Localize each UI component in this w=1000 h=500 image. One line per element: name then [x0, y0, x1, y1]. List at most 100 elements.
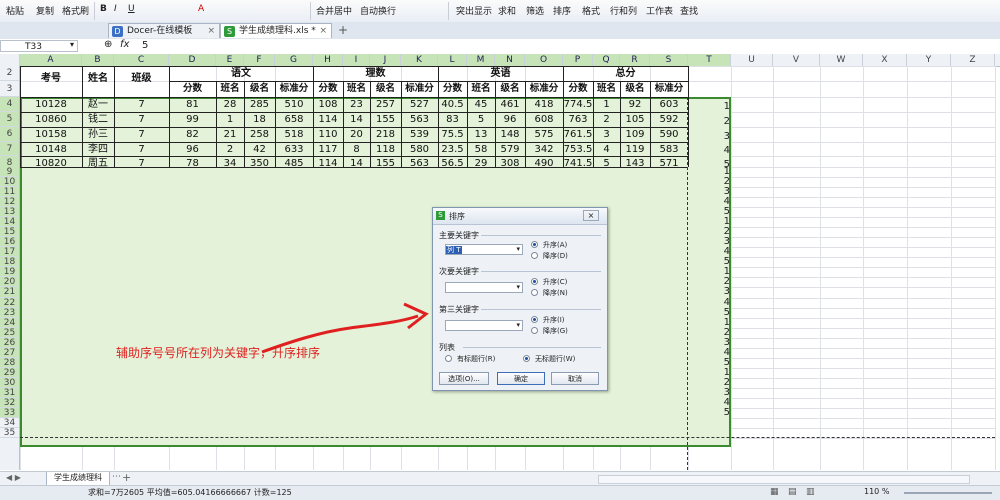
- table-cell[interactable]: 82: [169, 128, 216, 142]
- dialog-titlebar[interactable]: S 排序 ×: [433, 208, 607, 225]
- table-cell[interactable]: 7: [114, 113, 169, 127]
- table-cell[interactable]: 钱二: [82, 113, 114, 127]
- table-cell[interactable]: 763: [563, 113, 593, 127]
- table-cell[interactable]: 633: [275, 143, 313, 156]
- sheet-tab[interactable]: 学生成绩理科: [46, 472, 110, 486]
- table-cell[interactable]: 608: [525, 113, 563, 127]
- table-cell[interactable]: 7: [114, 143, 169, 156]
- table-cell[interactable]: 42: [244, 143, 275, 156]
- table-cell[interactable]: 258: [244, 128, 275, 142]
- table-cell[interactable]: 29: [467, 157, 495, 170]
- table-cell[interactable]: 257: [370, 98, 401, 112]
- table-cell[interactable]: 20: [343, 128, 370, 142]
- table-cell[interactable]: 575: [525, 128, 563, 142]
- table-cell[interactable]: 45: [467, 98, 495, 112]
- table-cell[interactable]: 105: [620, 113, 650, 127]
- table-cell[interactable]: 7: [114, 157, 169, 170]
- table-cell[interactable]: 8: [343, 143, 370, 156]
- table-cell[interactable]: 40.5: [438, 98, 467, 112]
- table-cell[interactable]: 78: [169, 157, 216, 170]
- table-cell[interactable]: 583: [650, 143, 688, 156]
- table-cell[interactable]: 418: [525, 98, 563, 112]
- table-cell[interactable]: 592: [650, 113, 688, 127]
- table-cell[interactable]: 774.5: [563, 98, 593, 112]
- table-cell[interactable]: 92: [620, 98, 650, 112]
- more-icon[interactable]: ⋯: [112, 472, 121, 482]
- secondary-desc-radio[interactable]: [531, 289, 538, 296]
- table-cell[interactable]: 5: [593, 157, 620, 170]
- aux-cell[interactable]: 5: [710, 407, 730, 418]
- secondary-key-select[interactable]: ▾: [445, 282, 523, 293]
- table-cell[interactable]: 5: [467, 113, 495, 127]
- table-cell[interactable]: 21: [216, 128, 244, 142]
- table-cell[interactable]: 518: [275, 128, 313, 142]
- table-cell[interactable]: 10158: [20, 128, 82, 142]
- table-cell[interactable]: 10128: [20, 98, 82, 112]
- table-cell[interactable]: 218: [370, 128, 401, 142]
- table-cell[interactable]: 56.5: [438, 157, 467, 170]
- table-cell[interactable]: 23: [343, 98, 370, 112]
- table-cell[interactable]: 2: [216, 143, 244, 156]
- table-cell[interactable]: 119: [620, 143, 650, 156]
- normal-view-icon[interactable]: ▦: [770, 487, 779, 497]
- table-cell[interactable]: 108: [313, 98, 343, 112]
- table-cell[interactable]: 1: [216, 113, 244, 127]
- table-cell[interactable]: 155: [370, 157, 401, 170]
- tertiary-asc-radio[interactable]: [531, 316, 538, 323]
- table-cell[interactable]: 赵一: [82, 98, 114, 112]
- aux-cell[interactable]: 3: [710, 129, 730, 144]
- table-cell[interactable]: 99: [169, 113, 216, 127]
- table-cell[interactable]: 143: [620, 157, 650, 170]
- table-cell[interactable]: 李四: [82, 143, 114, 156]
- add-sheet-icon[interactable]: +: [122, 471, 131, 484]
- options-button[interactable]: 选项(O)...: [439, 372, 489, 385]
- zoom-slider[interactable]: [904, 492, 992, 494]
- table-cell[interactable]: 96: [495, 113, 525, 127]
- table-cell[interactable]: 580: [401, 143, 438, 156]
- aux-cell[interactable]: 2: [710, 114, 730, 129]
- table-cell[interactable]: 58: [467, 143, 495, 156]
- page-break-icon[interactable]: ▥: [806, 487, 815, 497]
- table-cell[interactable]: 28: [216, 98, 244, 112]
- table-cell[interactable]: 117: [313, 143, 343, 156]
- table-cell[interactable]: 342: [525, 143, 563, 156]
- table-cell[interactable]: 308: [495, 157, 525, 170]
- table-cell[interactable]: 510: [275, 98, 313, 112]
- has-header-radio[interactable]: [445, 355, 452, 362]
- table-cell[interactable]: 4: [593, 143, 620, 156]
- table-cell[interactable]: 34: [216, 157, 244, 170]
- table-cell[interactable]: 7: [114, 128, 169, 142]
- table-cell[interactable]: 3: [593, 128, 620, 142]
- aux-cell[interactable]: 4: [710, 144, 730, 158]
- table-cell[interactable]: 10860: [20, 113, 82, 127]
- table-cell[interactable]: 761.5: [563, 128, 593, 142]
- table-cell[interactable]: 461: [495, 98, 525, 112]
- table-cell[interactable]: 114: [313, 113, 343, 127]
- table-cell[interactable]: 周五: [82, 157, 114, 170]
- table-cell[interactable]: 83: [438, 113, 467, 127]
- table-cell[interactable]: 527: [401, 98, 438, 112]
- tertiary-key-select[interactable]: ▾: [445, 320, 523, 331]
- table-cell[interactable]: 753.5: [563, 143, 593, 156]
- ok-button[interactable]: 确定: [497, 372, 545, 385]
- table-cell[interactable]: 571: [650, 157, 688, 170]
- aux-cell[interactable]: 1: [710, 99, 730, 114]
- nav-arrows-icon[interactable]: ◀ ▶: [6, 473, 21, 482]
- primary-asc-radio[interactable]: [531, 241, 538, 248]
- table-cell[interactable]: 75.5: [438, 128, 467, 142]
- table-cell[interactable]: 350: [244, 157, 275, 170]
- table-cell[interactable]: 114: [313, 157, 343, 170]
- table-cell[interactable]: 81: [169, 98, 216, 112]
- table-cell[interactable]: 539: [401, 128, 438, 142]
- table-cell[interactable]: 96: [169, 143, 216, 156]
- table-cell[interactable]: 563: [401, 113, 438, 127]
- table-cell[interactable]: 14: [343, 113, 370, 127]
- table-cell[interactable]: 741.5: [563, 157, 593, 170]
- table-cell[interactable]: 孙三: [82, 128, 114, 142]
- primary-key-select[interactable]: 列 T ▾: [445, 244, 523, 255]
- table-cell[interactable]: 658: [275, 113, 313, 127]
- table-cell[interactable]: 579: [495, 143, 525, 156]
- table-cell[interactable]: 285: [244, 98, 275, 112]
- table-cell[interactable]: 109: [620, 128, 650, 142]
- table-cell[interactable]: 148: [495, 128, 525, 142]
